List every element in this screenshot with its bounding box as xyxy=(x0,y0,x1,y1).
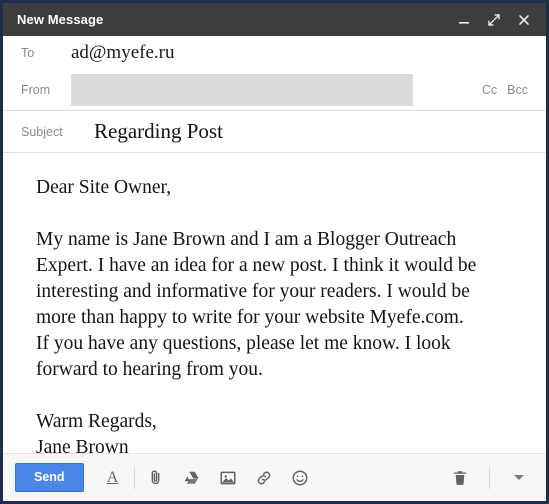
toolbar-divider xyxy=(133,466,135,489)
paperclip-icon[interactable] xyxy=(143,464,169,492)
compose-header-fields: To ad@myefe.ru From Cc Bcc Subject Regar… xyxy=(3,36,546,153)
link-icon[interactable] xyxy=(251,464,277,492)
caret-down-shape xyxy=(514,475,524,480)
caret-down-icon[interactable] xyxy=(506,464,532,492)
compose-window: New Message To ad@myefe.ru From Cc Bcc S… xyxy=(0,0,549,504)
subject-field-row[interactable]: Subject Regarding Post xyxy=(3,110,546,153)
subject-input[interactable]: Regarding Post xyxy=(94,119,223,144)
compose-toolbar: Send A xyxy=(3,453,546,501)
message-body-area[interactable]: Dear Site Owner, My name is Jane Brown a… xyxy=(3,153,546,453)
google-drive-icon[interactable] xyxy=(179,464,205,492)
window-title: New Message xyxy=(17,12,104,27)
window-titlebar: New Message xyxy=(3,3,546,36)
to-label: To xyxy=(21,46,35,60)
cc-bcc-group: Cc Bcc xyxy=(482,83,532,97)
expand-icon[interactable] xyxy=(486,12,502,28)
bcc-button[interactable]: Bcc xyxy=(507,83,528,97)
cc-button[interactable]: Cc xyxy=(482,83,497,97)
from-input-redacted[interactable] xyxy=(71,74,413,106)
close-icon[interactable] xyxy=(516,12,532,28)
subject-label: Subject xyxy=(21,124,63,139)
trash-icon[interactable] xyxy=(447,464,473,492)
format-text-glyph: A xyxy=(106,468,119,486)
format-text-icon[interactable]: A xyxy=(100,464,126,492)
emoji-icon[interactable] xyxy=(287,464,313,492)
toolbar-divider-right xyxy=(489,466,490,489)
send-button[interactable]: Send xyxy=(15,463,84,492)
to-field-row[interactable]: To ad@myefe.ru xyxy=(3,36,546,70)
from-label: From xyxy=(21,83,51,97)
window-controls xyxy=(456,12,536,28)
image-icon[interactable] xyxy=(215,464,241,492)
minimize-icon[interactable] xyxy=(456,12,472,28)
message-body-input[interactable]: Dear Site Owner, My name is Jane Brown a… xyxy=(36,175,524,453)
from-field-row[interactable]: From Cc Bcc xyxy=(3,70,546,110)
to-input[interactable]: ad@myefe.ru xyxy=(71,42,174,64)
